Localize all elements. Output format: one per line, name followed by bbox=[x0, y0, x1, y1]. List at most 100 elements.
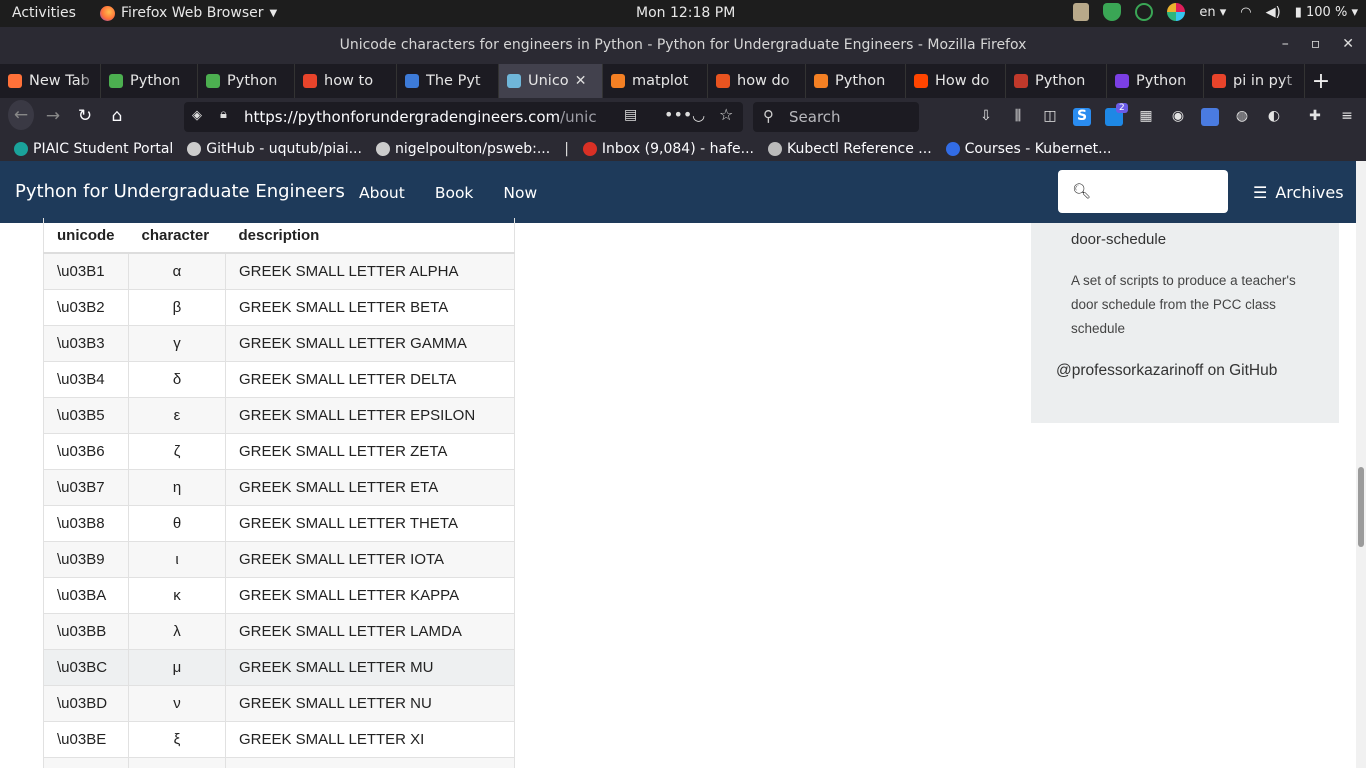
page-actions-icon[interactable]: ••• bbox=[664, 105, 692, 124]
browser-tab[interactable]: how do bbox=[708, 64, 806, 98]
bookmark-star-icon[interactable]: ☆ bbox=[719, 105, 733, 124]
bookmark-item[interactable]: Courses - Kubernet... bbox=[945, 141, 1111, 157]
tab-label: Python bbox=[835, 73, 886, 89]
bookmark-item[interactable]: GitHub - uqutub/piai... bbox=[187, 141, 362, 157]
unicode-cell: \u03B3 bbox=[43, 324, 129, 361]
archives-link[interactable]: ☰ Archives bbox=[1253, 183, 1344, 202]
browser-tab[interactable]: how to bbox=[295, 64, 397, 98]
whatsapp-icon[interactable] bbox=[1135, 3, 1154, 21]
bookmark-label: GitHub - uqutub/piai... bbox=[206, 140, 362, 157]
description-cell: GREEK SMALL LETTER OMICRON bbox=[225, 756, 515, 768]
tab-label: The Pyt bbox=[426, 73, 481, 89]
downloads-icon[interactable]: ⇩ bbox=[977, 108, 995, 126]
library-icon[interactable]: ⫼ bbox=[1009, 108, 1027, 126]
search-bar[interactable]: ⚲ Search bbox=[753, 102, 919, 132]
bookmark-item[interactable]: PIAIC Student Portal bbox=[14, 141, 173, 157]
wifi-icon[interactable]: ◠ bbox=[1240, 5, 1251, 20]
url-bar[interactable]: ◈ 🔒︎ https://pythonforundergradengineers… bbox=[184, 102, 743, 132]
nav-link-book[interactable]: Book bbox=[435, 184, 474, 202]
bookmark-separator: | bbox=[564, 140, 569, 157]
hamburger-menu-icon[interactable]: ≡ bbox=[1338, 108, 1356, 126]
reload-button[interactable]: ↻ bbox=[74, 106, 96, 126]
close-icon[interactable]: ✕ bbox=[1342, 36, 1354, 52]
home-button[interactable]: ⌂ bbox=[106, 106, 128, 126]
table-header-row: unicode character description bbox=[43, 218, 515, 254]
back-button[interactable]: ← bbox=[8, 100, 34, 130]
bookmark-item[interactable]: Kubectl Reference ... bbox=[767, 140, 932, 157]
tab-favicon-icon bbox=[206, 74, 220, 88]
archives-label: Archives bbox=[1275, 183, 1344, 202]
tab-favicon-icon bbox=[507, 74, 521, 88]
description-cell: GREEK SMALL LETTER EPSILON bbox=[225, 396, 515, 433]
navigation-toolbar: ← → ↻ ⌂ ◈ 🔒︎ https://pythonforundergrade… bbox=[0, 98, 1366, 136]
battery-indicator[interactable]: ▮ 100 % ▾ bbox=[1295, 5, 1358, 20]
url-text[interactable]: https://pythonforundergradengineers.com/… bbox=[244, 108, 614, 126]
nav-link-about[interactable]: About bbox=[359, 184, 405, 202]
page-scrollbar[interactable] bbox=[1356, 161, 1366, 768]
browser-tab[interactable]: Unico ✕ bbox=[499, 64, 603, 98]
slack-icon[interactable] bbox=[1167, 3, 1186, 21]
forward-button[interactable]: → bbox=[42, 106, 64, 126]
browser-tab[interactable]: Python bbox=[101, 64, 198, 98]
extension-google-translate-icon[interactable] bbox=[1201, 108, 1219, 126]
tab-close-icon[interactable]: ✕ bbox=[575, 73, 587, 89]
browser-tab[interactable]: pi in pyt bbox=[1204, 64, 1305, 98]
site-search-input[interactable]: 🔍︎ bbox=[1058, 170, 1228, 213]
page-viewport: Python for Undergraduate Engineers About… bbox=[0, 161, 1366, 768]
tracking-shield-icon[interactable]: ◈ bbox=[192, 108, 202, 123]
reader-view-icon[interactable]: ▤ bbox=[624, 107, 637, 123]
extension-grid-icon[interactable]: ▦ bbox=[1137, 108, 1155, 126]
bookmark-favicon-icon bbox=[14, 141, 28, 156]
browser-tab[interactable]: Python bbox=[806, 64, 906, 98]
browser-tab[interactable]: Python bbox=[198, 64, 295, 98]
minimize-icon[interactable]: – bbox=[1282, 36, 1289, 52]
browser-tab[interactable]: Python bbox=[1006, 64, 1107, 98]
new-tab-button[interactable]: + bbox=[1305, 64, 1337, 98]
character-cell: δ bbox=[128, 360, 226, 397]
app-menu[interactable]: Firefox Web Browser ▼ bbox=[100, 5, 277, 21]
table-row: \u03BA κ GREEK SMALL LETTER KAPPA bbox=[43, 576, 515, 613]
chevron-down-icon: ▼ bbox=[269, 7, 278, 19]
extensions-puzzle-icon[interactable]: ✚ bbox=[1306, 108, 1324, 126]
character-cell: κ bbox=[128, 576, 226, 613]
volume-icon[interactable]: ◀) bbox=[1266, 5, 1281, 20]
browser-tab[interactable]: matplot bbox=[603, 64, 708, 98]
site-navbar: Python for Undergraduate Engineers About… bbox=[0, 161, 1356, 223]
scrollbar-thumb[interactable] bbox=[1358, 467, 1364, 547]
description-cell: GREEK SMALL LETTER NU bbox=[225, 684, 515, 721]
window-titlebar[interactable]: Unicode characters for engineers in Pyth… bbox=[0, 27, 1366, 64]
unicode-cell: \u03B7 bbox=[43, 468, 129, 505]
extension-dark-icon[interactable]: ◐ bbox=[1265, 108, 1283, 126]
github-link[interactable]: @professorkazarinoff on GitHub bbox=[1056, 362, 1277, 380]
browser-tab[interactable]: Python bbox=[1107, 64, 1204, 98]
nav-link-now[interactable]: Now bbox=[503, 184, 537, 202]
browser-tab[interactable]: New Tab bbox=[0, 64, 101, 98]
project-link[interactable]: door-schedule bbox=[1071, 231, 1166, 248]
clipboard-icon[interactable] bbox=[1073, 3, 1090, 21]
character-cell: ζ bbox=[128, 432, 226, 469]
sidebar-icon[interactable]: ◫ bbox=[1041, 108, 1059, 126]
bookmark-label: Kubectl Reference ... bbox=[786, 140, 932, 157]
table-row: \u03BB λ GREEK SMALL LETTER LAMDA bbox=[43, 612, 515, 649]
site-brand[interactable]: Python for Undergraduate Engineers bbox=[15, 181, 345, 202]
browser-tab[interactable]: How do bbox=[906, 64, 1006, 98]
language-indicator[interactable]: en ▾ bbox=[1199, 5, 1226, 20]
account-icon[interactable]: ◉ bbox=[1169, 108, 1187, 126]
tab-label: Unico bbox=[528, 73, 569, 89]
bookmark-item[interactable]: nigelpoulton/psweb:... bbox=[375, 141, 550, 157]
bookmark-item[interactable]: Inbox (9,084) - hafe... bbox=[582, 141, 754, 157]
activities-button[interactable]: Activities bbox=[12, 5, 76, 21]
maximize-icon[interactable]: ▫ bbox=[1311, 36, 1321, 52]
description-cell: GREEK SMALL LETTER THETA bbox=[225, 504, 515, 541]
clock[interactable]: Mon 12:18 PM bbox=[636, 5, 735, 21]
shield-icon[interactable] bbox=[1103, 3, 1122, 21]
unicode-cell: \u03BD bbox=[43, 684, 129, 721]
column-header: description bbox=[225, 218, 515, 254]
pocket-icon[interactable]: ◡ bbox=[692, 106, 705, 124]
extension-globe-icon[interactable]: ◍ bbox=[1233, 108, 1251, 126]
tab-label: How do bbox=[935, 73, 990, 89]
extension-s-icon[interactable]: S bbox=[1073, 108, 1091, 126]
browser-tab[interactable]: The Pyt bbox=[397, 64, 499, 98]
description-cell: GREEK SMALL LETTER IOTA bbox=[225, 540, 515, 577]
lock-icon[interactable]: 🔒︎ bbox=[220, 107, 227, 122]
